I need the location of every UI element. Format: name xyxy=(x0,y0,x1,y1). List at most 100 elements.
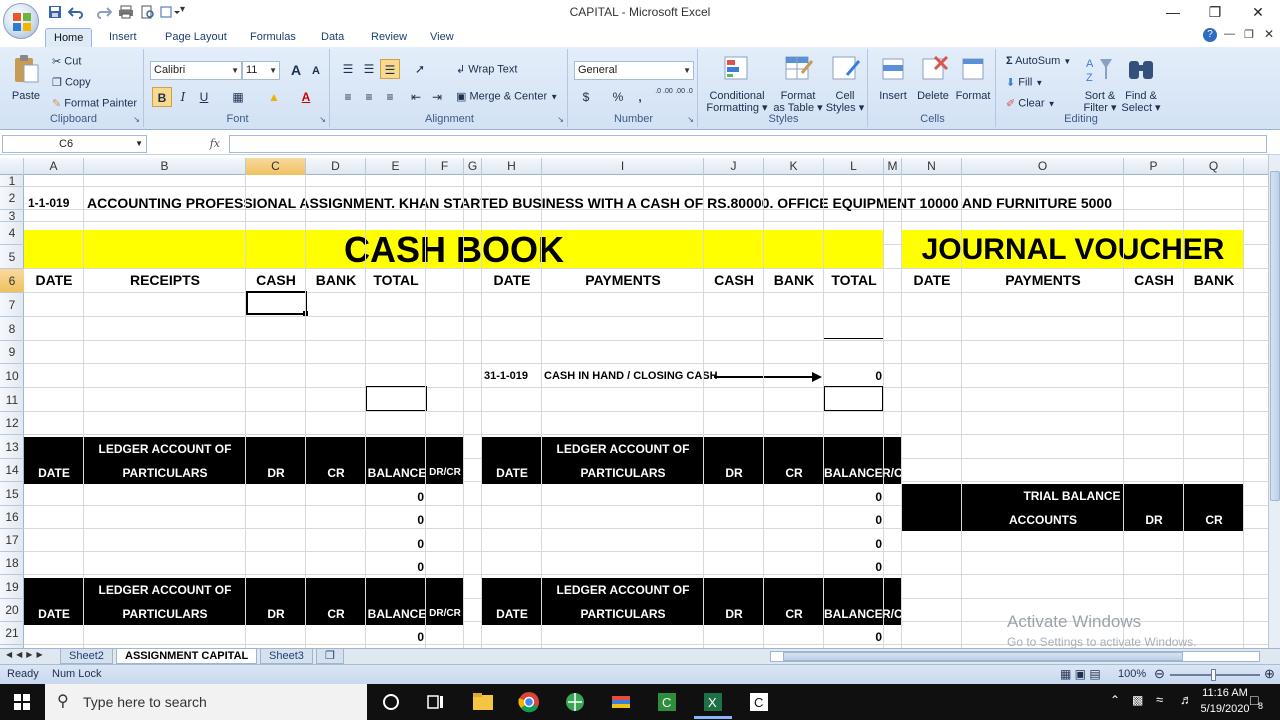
ledger-3-col-cr[interactable]: CR xyxy=(306,607,366,621)
comma-button[interactable]: , xyxy=(630,87,650,107)
ledger-1-col-particulars[interactable]: PARTICULARS xyxy=(84,466,246,480)
formula-input[interactable] xyxy=(229,135,1267,153)
vertical-scroll-thumb[interactable] xyxy=(1270,171,1280,501)
column-header-n[interactable]: N xyxy=(902,158,962,175)
network-icon[interactable]: ▩ xyxy=(1132,693,1143,707)
grow-font-button[interactable]: A xyxy=(286,60,306,80)
pay-header-date[interactable]: DATE xyxy=(482,272,542,288)
tab-page-layout[interactable]: Page Layout xyxy=(157,28,235,47)
tray-chevron-up-icon[interactable]: ⌃ xyxy=(1110,693,1120,707)
clear-button[interactable]: ✐ Clear ▼ xyxy=(1006,97,1056,110)
ledger-1-balance-r16[interactable]: 0 xyxy=(366,537,424,551)
number-launcher-icon[interactable]: ↘ xyxy=(687,115,694,124)
task-view-icon[interactable] xyxy=(422,690,448,714)
ledger-4-col-dr[interactable]: DR xyxy=(704,607,764,621)
row-header-10[interactable]: 10 xyxy=(0,364,24,388)
browser-globe-icon[interactable] xyxy=(562,690,588,714)
decrease-decimal-button[interactable]: .00 .0 xyxy=(674,87,694,107)
column-header-k[interactable]: K xyxy=(764,158,824,175)
format-cells-button[interactable]: Format xyxy=(952,53,994,102)
ledger-3-col-drcr[interactable]: DR/CR xyxy=(426,608,464,619)
office-button[interactable] xyxy=(3,3,39,39)
cell-area[interactable]: 1-1-019 ACCOUNTING PROFESSIONAL ASSIGNME… xyxy=(24,175,1268,648)
orientation-icon[interactable]: ➚ xyxy=(410,59,430,79)
column-header-o[interactable]: O xyxy=(962,158,1124,175)
sheet-tab-assignment-capital[interactable]: ASSIGNMENT CAPITAL xyxy=(116,649,258,664)
zoom-level[interactable]: 100% xyxy=(1118,668,1146,680)
ledger-4-col-balance[interactable]: BALANCE xyxy=(824,607,882,621)
ledger-3-col-particulars[interactable]: PARTICULARS xyxy=(84,607,246,621)
vertical-scrollbar[interactable] xyxy=(1268,155,1280,648)
ledger-2-col-date[interactable]: DATE xyxy=(482,466,542,480)
ledger-2-balance-r14[interactable]: 0 xyxy=(824,490,882,504)
ledger-4-balance-r20[interactable]: 0 xyxy=(824,630,882,644)
insert-function-button[interactable]: fx xyxy=(150,135,226,153)
pay-header-bank[interactable]: BANK xyxy=(764,272,824,288)
cash-book-title[interactable]: CASH BOOK xyxy=(24,230,884,270)
italic-button[interactable]: I xyxy=(173,87,193,107)
tab-home[interactable]: Home xyxy=(45,28,93,47)
ledger-3-title[interactable]: LEDGER ACCOUNT OF xyxy=(84,583,246,597)
row-header-3[interactable]: 3 xyxy=(0,210,24,222)
row-header-17[interactable]: 17 xyxy=(0,529,24,552)
row-header-7[interactable]: 7 xyxy=(0,293,24,317)
cb-header-total[interactable]: TOTAL xyxy=(366,272,426,288)
tab-review[interactable]: Review xyxy=(363,28,415,47)
align-top-icon[interactable]: ☰ xyxy=(338,59,358,79)
row-header-18[interactable]: 18 xyxy=(0,552,24,575)
percent-button[interactable]: % xyxy=(608,87,628,107)
workbook-close-icon[interactable]: ✕ xyxy=(1264,27,1274,41)
tab-formulas[interactable]: Formulas xyxy=(242,28,304,47)
row-header-15[interactable]: 15 xyxy=(0,482,24,506)
cell-styles-button[interactable]: Cell Styles ▾ xyxy=(824,53,866,114)
ledger-3-col-balance[interactable]: BALANCE xyxy=(366,607,428,621)
trial-balance-title[interactable]: TRIAL BALANCE xyxy=(962,489,1182,503)
cut-button[interactable]: ✂ Cut xyxy=(52,55,81,68)
ledger-2-balance-r15[interactable]: 0 xyxy=(824,513,882,527)
fill-color-icon[interactable]: ▲ xyxy=(264,87,284,107)
cell-h9-date[interactable]: 31-1-019 xyxy=(484,370,544,382)
ledger-1-title[interactable]: LEDGER ACCOUNT OF xyxy=(84,442,246,456)
ledger-1-col-drcr[interactable]: DR/CR xyxy=(426,467,464,478)
increase-indent-icon[interactable]: ⇥ xyxy=(427,87,447,107)
jv-header-cash[interactable]: CASH xyxy=(1124,272,1184,288)
row-header-5[interactable]: 5 xyxy=(0,245,24,269)
row-header-9[interactable]: 9 xyxy=(0,341,24,364)
column-header-p[interactable]: P xyxy=(1124,158,1184,175)
find-select-button[interactable]: Find & Select ▾ xyxy=(1120,53,1162,114)
camtasia-recorder-icon[interactable]: C xyxy=(746,690,772,714)
merge-center-button[interactable]: ▣ Merge & Center ▼ xyxy=(456,90,558,103)
column-header-e[interactable]: E xyxy=(366,158,426,175)
trial-col-dr[interactable]: DR xyxy=(1124,513,1184,527)
zoom-slider-thumb[interactable] xyxy=(1211,669,1216,681)
ledger-1-col-cr[interactable]: CR xyxy=(306,466,366,480)
insert-sheet-icon[interactable]: ❐ xyxy=(316,649,344,664)
app-multicolor-icon[interactable] xyxy=(608,690,634,714)
trial-col-accounts[interactable]: ACCOUNTS xyxy=(962,513,1124,527)
clock-time[interactable]: 11:16 AM xyxy=(1200,687,1250,699)
shrink-font-button[interactable]: A xyxy=(306,61,326,81)
column-header-d[interactable]: D xyxy=(306,158,366,175)
jv-header-date[interactable]: DATE xyxy=(902,272,962,288)
ledger-2-balance-r16[interactable]: 0 xyxy=(824,537,882,551)
ledger-2-col-particulars[interactable]: PARTICULARS xyxy=(542,466,704,480)
close-icon[interactable]: ✕ xyxy=(1243,2,1273,22)
pay-header-payments[interactable]: PAYMENTS xyxy=(542,272,704,288)
wifi-icon[interactable]: ≈ xyxy=(1156,692,1163,707)
row-header-4[interactable]: 4 xyxy=(0,222,24,245)
camtasia-icon[interactable]: C xyxy=(654,690,680,714)
row-header-2[interactable]: 2 xyxy=(0,187,24,210)
format-as-table-button[interactable]: Format as Table ▾ xyxy=(772,53,824,114)
ledger-4-title[interactable]: LEDGER ACCOUNT OF xyxy=(542,583,704,597)
row-header-12[interactable]: 12 xyxy=(0,412,24,435)
font-size-combo[interactable]: 11 ▼ xyxy=(242,61,280,80)
clipboard-launcher-icon[interactable]: ↘ xyxy=(133,115,140,124)
taskbar-search-box[interactable]: ⚲ Type here to search xyxy=(45,684,367,720)
tab-insert[interactable]: Insert xyxy=(101,28,145,47)
ledger-3-balance-r20[interactable]: 0 xyxy=(366,630,424,644)
row-header-11[interactable]: 11 xyxy=(0,388,24,412)
volume-icon[interactable]: ♬ xyxy=(1180,692,1193,707)
row-header-19[interactable]: 19 xyxy=(0,575,24,599)
decrease-indent-icon[interactable]: ⇤ xyxy=(406,87,426,107)
row-header-1[interactable]: 1 xyxy=(0,175,24,187)
